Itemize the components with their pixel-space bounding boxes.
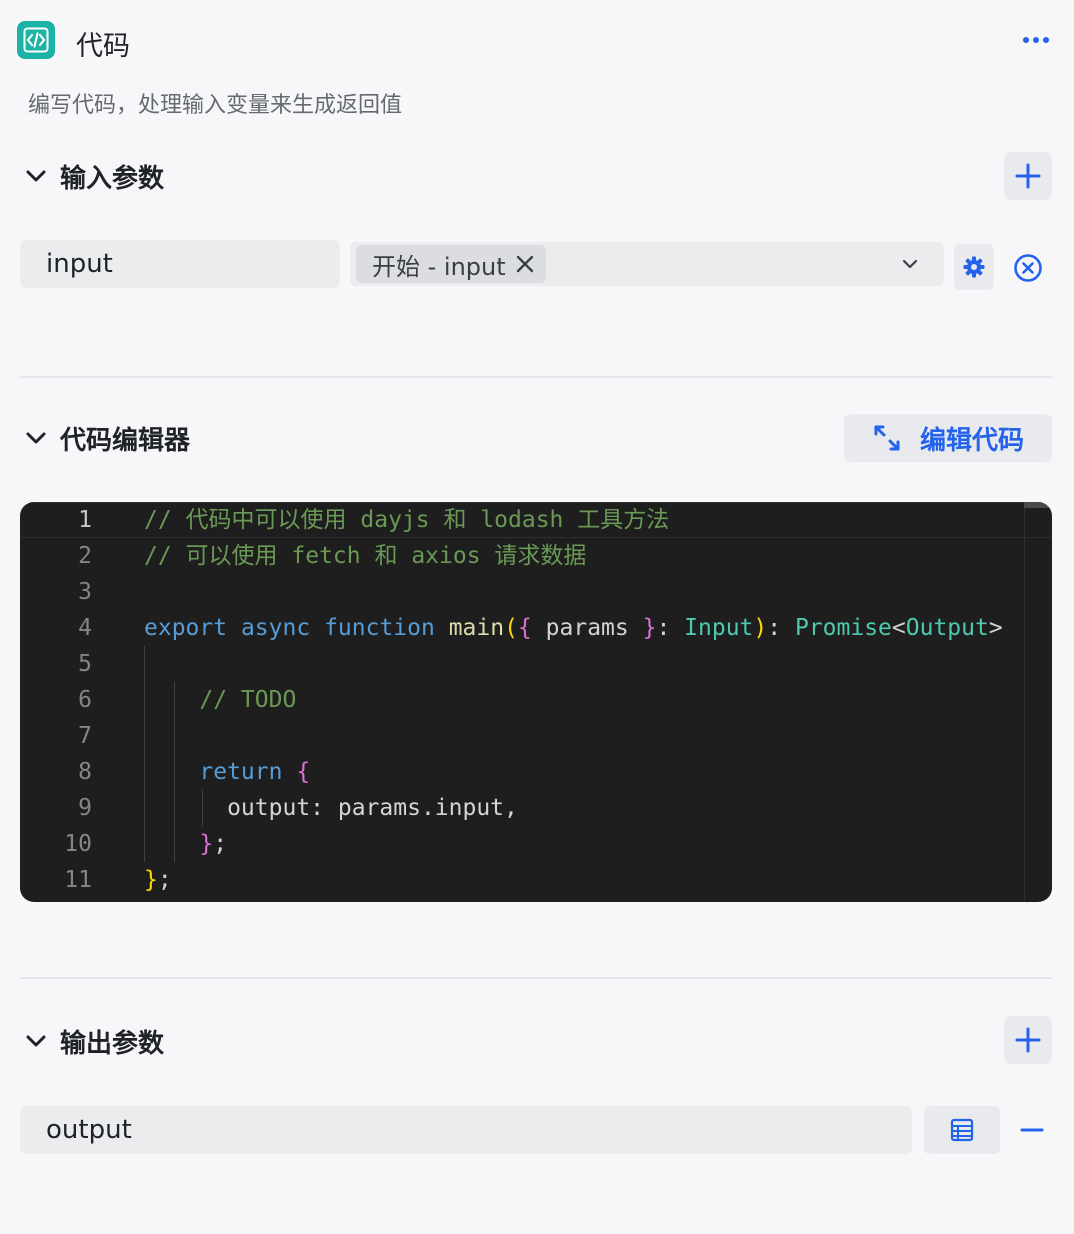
remove-input-param-button[interactable]: [1006, 246, 1050, 290]
code-line: };: [144, 862, 172, 898]
line-number: 2: [78, 543, 92, 569]
vertical-scrollbar[interactable]: [1024, 502, 1025, 902]
line-number: 10: [64, 831, 92, 857]
code-token: }: [199, 831, 214, 857]
plus-icon: [1015, 163, 1041, 189]
line-number: 6: [78, 687, 92, 713]
chevron-down-icon[interactable]: [22, 424, 50, 452]
minus-icon: [1020, 1128, 1044, 1132]
output-param-name-field[interactable]: output: [20, 1106, 912, 1154]
input-section-header: 输入参数: [22, 156, 164, 196]
code-brackets-icon: [17, 21, 55, 59]
edit-code-button[interactable]: 编辑代码: [844, 414, 1052, 462]
circle-close-icon: [1014, 254, 1042, 282]
code-token: }: [144, 867, 158, 893]
more-options-button[interactable]: [1014, 24, 1058, 56]
code-line: output: params.input,: [144, 790, 518, 826]
code-token: async: [240, 615, 311, 641]
code-token: // 可以使用 fetch 和 axios 请求数据: [144, 543, 587, 569]
code-token: // TODO: [199, 687, 297, 713]
line-number: 7: [78, 723, 92, 749]
input-section-title: 输入参数: [60, 163, 165, 194]
code-token: {: [296, 759, 311, 785]
code-token: Promise: [794, 615, 892, 641]
code-line: };: [144, 826, 227, 862]
line-number: 5: [78, 651, 92, 677]
gear-icon: [963, 256, 985, 278]
code-token: main: [448, 615, 505, 641]
plus-icon: [1015, 1027, 1041, 1053]
chevron-down-icon[interactable]: [22, 162, 50, 190]
close-icon[interactable]: [516, 255, 534, 273]
expand-icon: [874, 425, 900, 451]
input-param-settings-button[interactable]: [954, 244, 994, 290]
code-node-panel: 代码 编写代码，处理输入变量来生成返回值 输入参数 input 开始 - inp…: [0, 0, 1074, 1234]
code-token: :: [656, 615, 685, 641]
line-number: 3: [78, 579, 92, 605]
code-token: (: [504, 615, 518, 641]
code-token: return: [199, 759, 283, 785]
output-param-type-button[interactable]: [924, 1106, 1000, 1154]
node-title: 代码: [76, 31, 130, 62]
code-token: params: [531, 615, 643, 641]
code-line: export async function main({ params }: I…: [144, 610, 1003, 646]
code-editor[interactable]: 1 2 3 4 5 6 7 8 9 10 11 // 代码中可以使用 dayjs 和 lodash …: [20, 502, 1052, 902]
code-line: // TODO: [144, 682, 296, 718]
line-number: 9: [78, 795, 92, 821]
chevron-down-icon: [900, 254, 920, 278]
code-token: export: [144, 615, 228, 641]
source-tag-label: 开始 - input: [372, 252, 506, 281]
code-token: output: params.input,: [144, 795, 518, 821]
code-token: // 代码中可以使用 dayjs 和 lodash 工具方法: [144, 507, 670, 533]
remove-output-param-button[interactable]: [1010, 1108, 1054, 1152]
line-number: 1: [78, 507, 92, 533]
scrollbar-thumb[interactable]: [1024, 502, 1052, 508]
code-token: Output: [905, 615, 989, 641]
editor-section-title: 代码编辑器: [60, 425, 191, 456]
code-token: ;: [213, 831, 228, 857]
divider: [20, 977, 1052, 979]
edit-code-label: 编辑代码: [919, 425, 1024, 456]
node-description: 编写代码，处理输入变量来生成返回值: [28, 93, 403, 118]
code-token: ): [753, 615, 768, 641]
code-line: // 可以使用 fetch 和 axios 请求数据: [144, 538, 586, 574]
output-section-title: 输出参数: [60, 1028, 165, 1059]
code-line: // 代码中可以使用 dayjs 和 lodash 工具方法: [144, 502, 669, 538]
source-tag: 开始 - input: [356, 245, 546, 283]
output-section-header: 输出参数: [22, 1021, 164, 1061]
code-token: Input: [684, 615, 754, 641]
code-token: {: [517, 615, 532, 641]
code-token: function: [324, 615, 435, 641]
code-token: ;: [157, 867, 172, 893]
code-token: >: [988, 615, 1003, 641]
editor-section-header: 代码编辑器: [22, 418, 190, 458]
input-param-source-select[interactable]: 开始 - input: [350, 242, 944, 286]
add-output-param-button[interactable]: [1004, 1016, 1052, 1064]
code-token: :: [767, 615, 795, 641]
add-input-param-button[interactable]: [1004, 152, 1052, 200]
table-icon: [950, 1118, 974, 1142]
input-param-name-field[interactable]: input: [20, 240, 340, 288]
code-token: }: [642, 615, 657, 641]
more-dots-icon: [1023, 37, 1029, 43]
line-number: 11: [64, 867, 92, 893]
line-number: 4: [78, 615, 92, 641]
code-token: <: [891, 615, 906, 641]
chevron-down-icon[interactable]: [22, 1027, 50, 1055]
line-number: 8: [78, 759, 92, 785]
divider: [20, 376, 1052, 378]
code-line: return {: [144, 754, 310, 790]
